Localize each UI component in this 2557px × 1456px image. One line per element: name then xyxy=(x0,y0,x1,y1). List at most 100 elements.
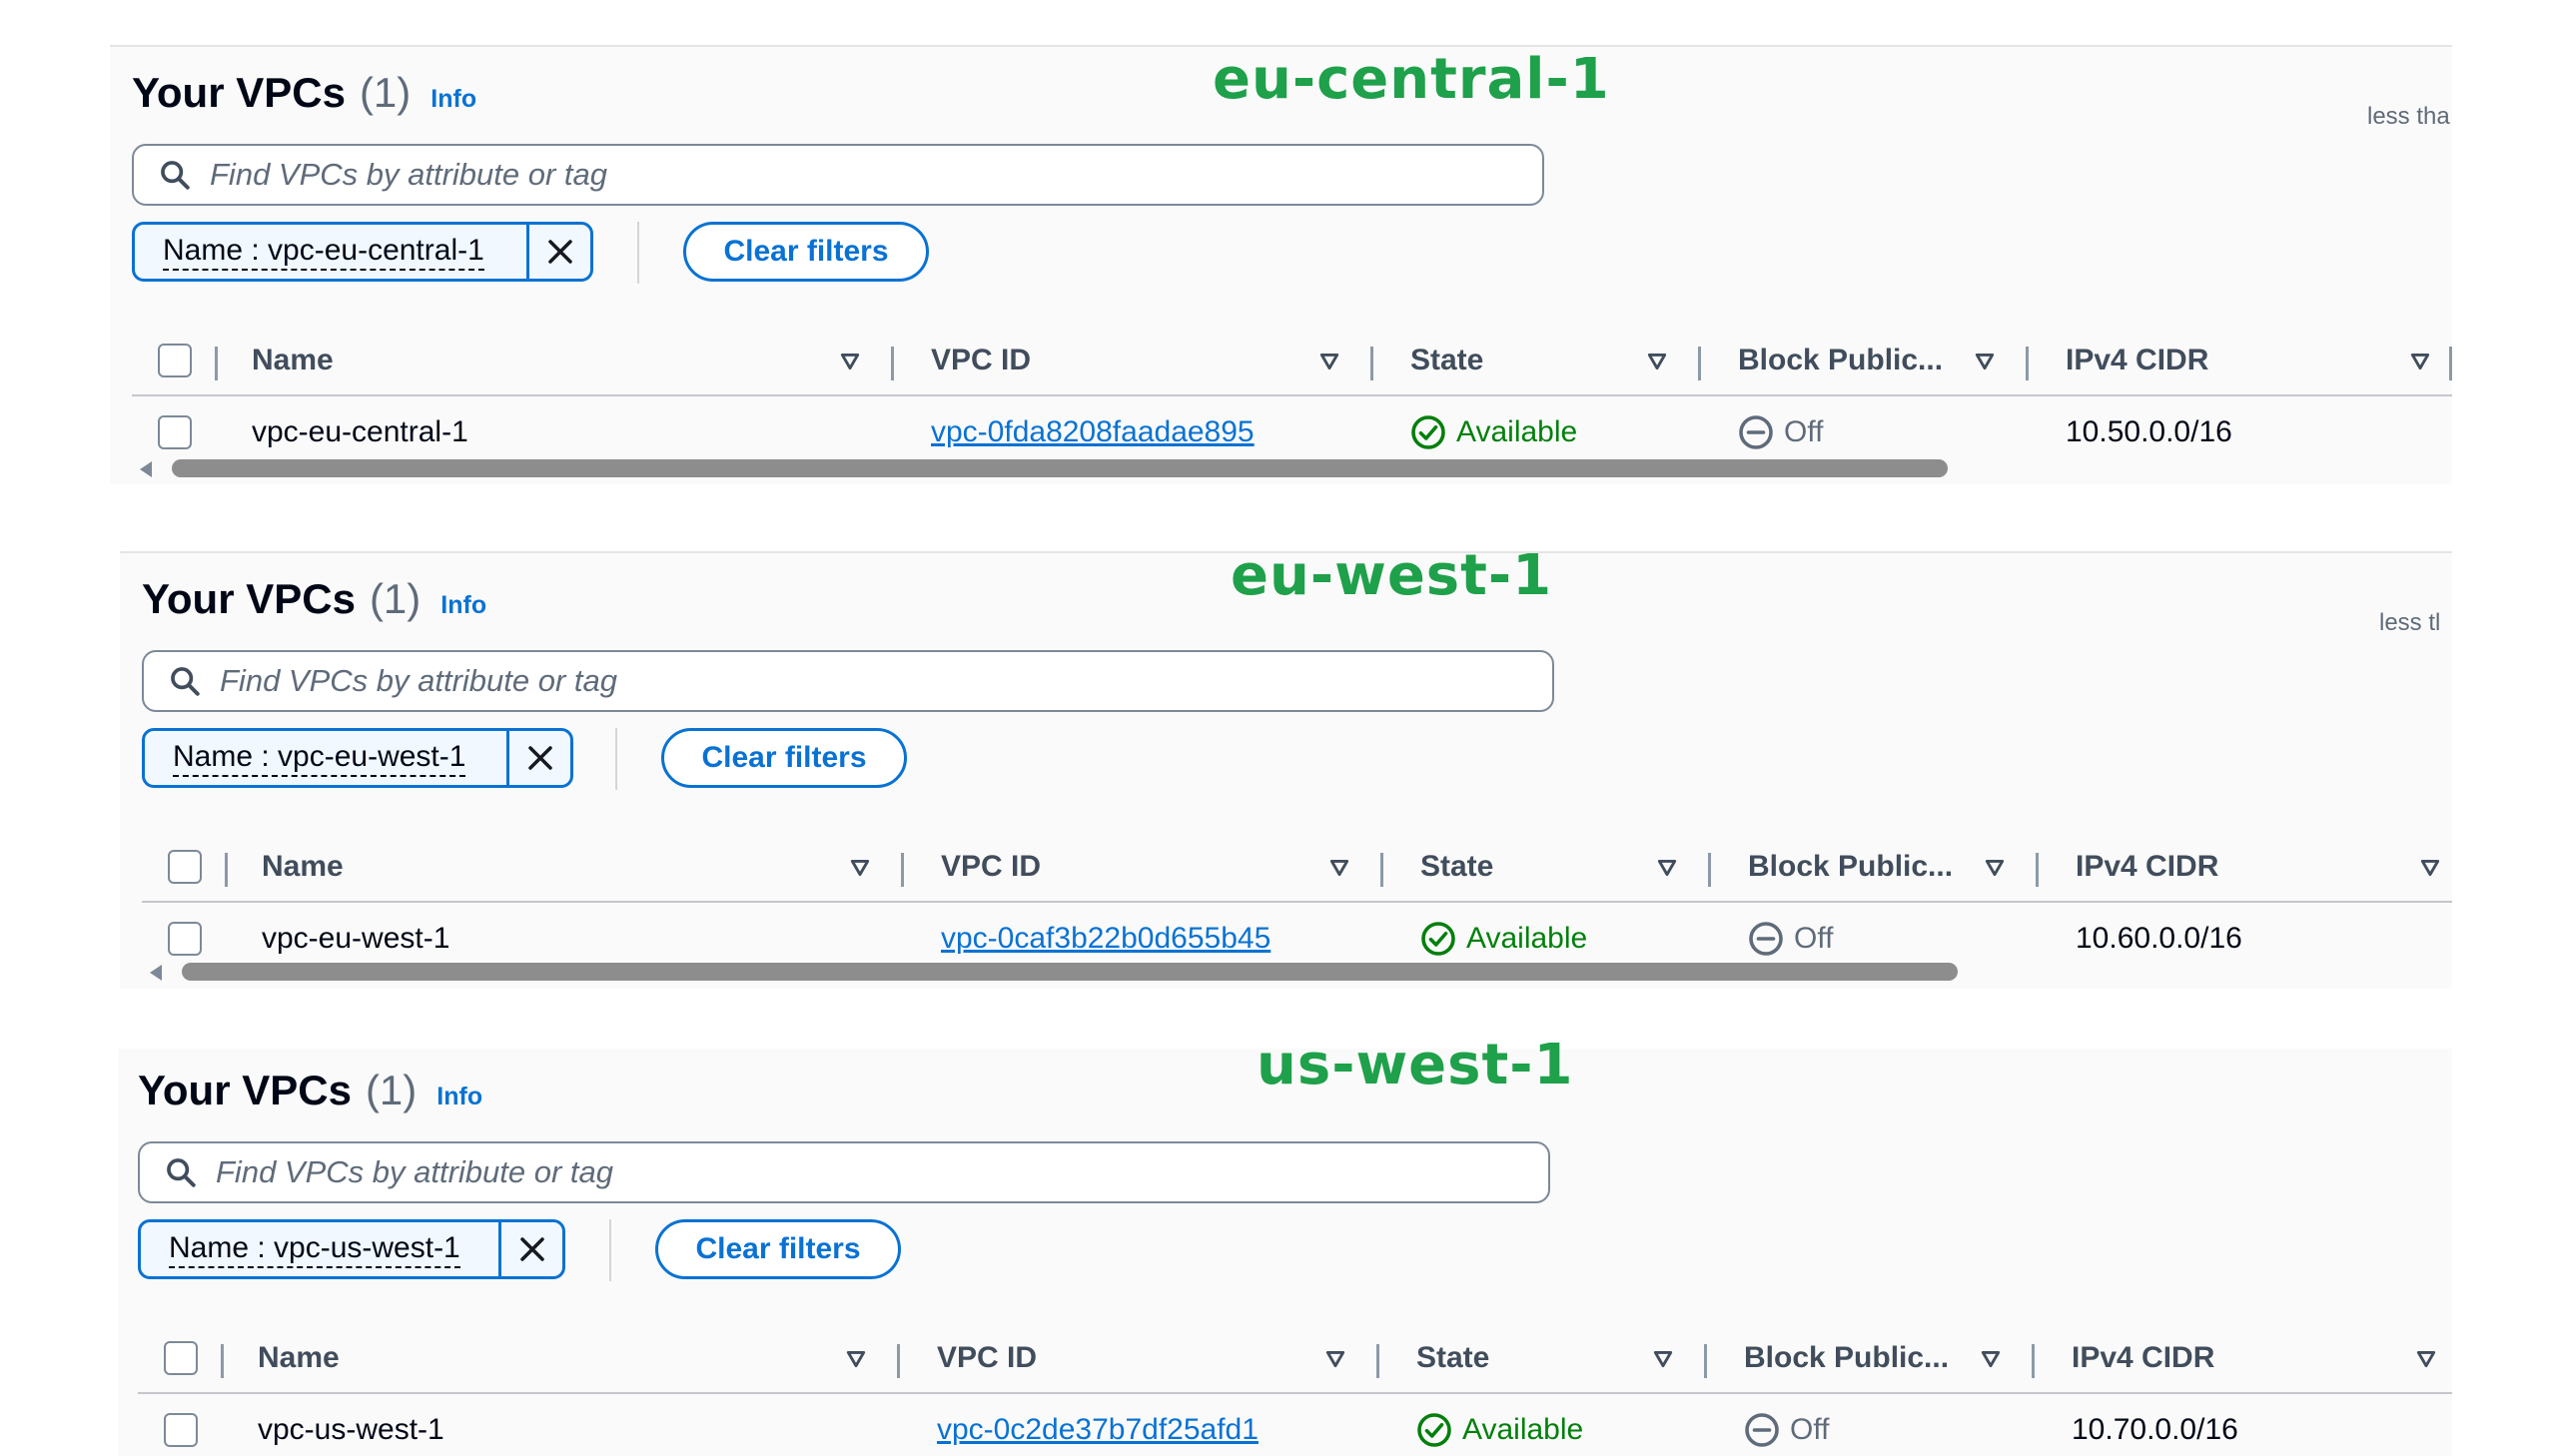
scrollbar-thumb[interactable] xyxy=(172,459,1948,477)
minus-circle-icon xyxy=(1739,415,1773,449)
column-header-block-public[interactable]: Block Public... xyxy=(1748,833,1953,901)
sort-down-icon[interactable] xyxy=(849,857,871,879)
column-header-state[interactable]: State xyxy=(1410,327,1483,394)
sort-down-icon[interactable] xyxy=(845,1348,867,1370)
column-divider[interactable] xyxy=(901,853,904,887)
filter-token-text: Name : vpc-eu-west-1 xyxy=(173,739,466,777)
remove-filter-button[interactable] xyxy=(498,1222,562,1276)
column-divider[interactable] xyxy=(2449,347,2452,380)
column-divider[interactable] xyxy=(891,347,894,380)
column-divider[interactable] xyxy=(1708,853,1711,887)
sort-down-icon[interactable] xyxy=(1646,351,1668,372)
column-divider[interactable] xyxy=(2032,1344,2035,1378)
column-header-vpc-id[interactable]: VPC ID xyxy=(931,327,1031,394)
column-header-block-public[interactable]: Block Public... xyxy=(1738,327,1943,394)
column-header-vpc-id[interactable]: VPC ID xyxy=(941,833,1041,901)
clear-filters-button[interactable]: Clear filters xyxy=(661,728,907,788)
column-header-name[interactable]: Name xyxy=(258,1324,340,1392)
table-row[interactable]: vpc-us-west-1 vpc-0c2de37b7df25afd1 Avai… xyxy=(138,1396,2452,1456)
sort-down-icon[interactable] xyxy=(2415,1348,2437,1370)
sort-down-icon[interactable] xyxy=(1984,857,2006,879)
horizontal-scrollbar[interactable] xyxy=(150,961,1998,983)
column-header-state[interactable]: State xyxy=(1420,833,1493,901)
search-icon xyxy=(161,161,190,190)
sort-down-icon[interactable] xyxy=(2409,351,2431,372)
column-divider[interactable] xyxy=(1370,347,1373,380)
caret-left-icon[interactable] xyxy=(140,461,152,477)
row-checkbox[interactable] xyxy=(158,415,192,449)
vpc-id-link[interactable]: vpc-0c2de37b7df25afd1 xyxy=(937,1396,1259,1456)
column-divider[interactable] xyxy=(2026,347,2029,380)
column-header-ipv4-cidr[interactable]: IPv4 CIDR xyxy=(2076,833,2218,901)
remove-filter-button[interactable] xyxy=(526,225,590,279)
sort-down-icon[interactable] xyxy=(2419,857,2441,879)
column-divider[interactable] xyxy=(1698,347,1701,380)
sort-down-icon[interactable] xyxy=(1652,1348,1674,1370)
vpc-id-link[interactable]: vpc-0fda8208faadae895 xyxy=(931,398,1255,466)
vpc-table: Name VPC ID State Block Public... IPv4 C… xyxy=(132,327,2452,471)
select-all-checkbox[interactable] xyxy=(168,850,202,884)
horizontal-scrollbar[interactable] xyxy=(140,457,1988,479)
column-header-name[interactable]: Name xyxy=(262,833,344,901)
column-divider[interactable] xyxy=(1380,853,1383,887)
sort-down-icon[interactable] xyxy=(1974,351,1996,372)
column-header-block-public[interactable]: Block Public... xyxy=(1744,1324,1949,1392)
column-divider[interactable] xyxy=(2036,853,2039,887)
info-link[interactable]: Info xyxy=(430,85,476,114)
select-all-checkbox[interactable] xyxy=(164,1341,198,1375)
region-label: us-west-1 xyxy=(1257,1033,1574,1097)
filter-token: Name : vpc-eu-central-1 xyxy=(132,222,593,282)
sort-down-icon[interactable] xyxy=(1318,351,1340,372)
search-input[interactable]: Find VPCs by attribute or tag xyxy=(132,144,1544,206)
clear-filters-button[interactable]: Clear filters xyxy=(655,1219,901,1279)
less-than-text: less tl xyxy=(2379,609,2441,636)
select-all-cell xyxy=(158,327,192,394)
column-divider[interactable] xyxy=(1376,1344,1379,1378)
state-cell: Available xyxy=(1416,1396,1583,1456)
row-checkbox[interactable] xyxy=(168,922,202,956)
vpc-count: (1) xyxy=(369,575,422,622)
vpc-name: vpc-eu-central-1 xyxy=(252,415,468,448)
search-placeholder: Find VPCs by attribute or tag xyxy=(216,1154,614,1189)
filter-token: Name : vpc-us-west-1 xyxy=(138,1219,565,1279)
sort-down-icon[interactable] xyxy=(1980,1348,2002,1370)
caret-left-icon[interactable] xyxy=(150,965,162,981)
column-divider[interactable] xyxy=(1704,1344,1707,1378)
select-all-cell xyxy=(164,1324,198,1392)
panel-header: Your VPCs (1) Info xyxy=(142,575,486,623)
info-link[interactable]: Info xyxy=(440,591,486,620)
select-all-checkbox[interactable] xyxy=(158,344,192,377)
column-header-ipv4-cidr[interactable]: IPv4 CIDR xyxy=(2066,327,2208,394)
table-row[interactable]: vpc-eu-central-1 vpc-0fda8208faadae895 A… xyxy=(132,398,2452,466)
vpc-panel-us-west-1: us-west-1 Your VPCs (1) Info Find VPCs b… xyxy=(118,1033,2452,1456)
panel-title: Your VPCs xyxy=(132,69,346,116)
info-link[interactable]: Info xyxy=(436,1083,482,1111)
region-label: eu-west-1 xyxy=(1231,543,1553,608)
panel-title: Your VPCs xyxy=(138,1067,352,1113)
column-header-state[interactable]: State xyxy=(1416,1324,1489,1392)
column-header-ipv4-cidr[interactable]: IPv4 CIDR xyxy=(2072,1324,2214,1392)
search-input[interactable]: Find VPCs by attribute or tag xyxy=(142,650,1554,712)
clear-filters-button[interactable]: Clear filters xyxy=(683,222,929,282)
column-divider xyxy=(221,1344,224,1378)
vpc-count: (1) xyxy=(365,1067,418,1113)
column-divider xyxy=(225,853,228,887)
sort-down-icon[interactable] xyxy=(839,351,861,372)
scrollbar-thumb[interactable] xyxy=(182,963,1958,981)
sort-down-icon[interactable] xyxy=(1324,1348,1346,1370)
vpc-table: Name VPC ID State Block Public... IPv4 C… xyxy=(138,1324,2452,1456)
column-header-name[interactable]: Name xyxy=(252,327,334,394)
remove-filter-button[interactable] xyxy=(506,731,570,785)
column-header-vpc-id[interactable]: VPC ID xyxy=(937,1324,1037,1392)
sort-down-icon[interactable] xyxy=(1656,857,1678,879)
row-checkbox[interactable] xyxy=(164,1413,198,1447)
ipv4-cidr: 10.50.0.0/16 xyxy=(2066,415,2232,448)
column-divider[interactable] xyxy=(897,1344,900,1378)
search-input[interactable]: Find VPCs by attribute or tag xyxy=(138,1141,1550,1203)
state-cell: Available xyxy=(1410,398,1577,466)
vpc-count: (1) xyxy=(359,69,412,116)
sort-down-icon[interactable] xyxy=(1328,857,1350,879)
search-placeholder: Find VPCs by attribute or tag xyxy=(210,157,608,192)
block-public-text: Off xyxy=(1784,415,1824,448)
panel-title: Your VPCs xyxy=(142,575,356,622)
